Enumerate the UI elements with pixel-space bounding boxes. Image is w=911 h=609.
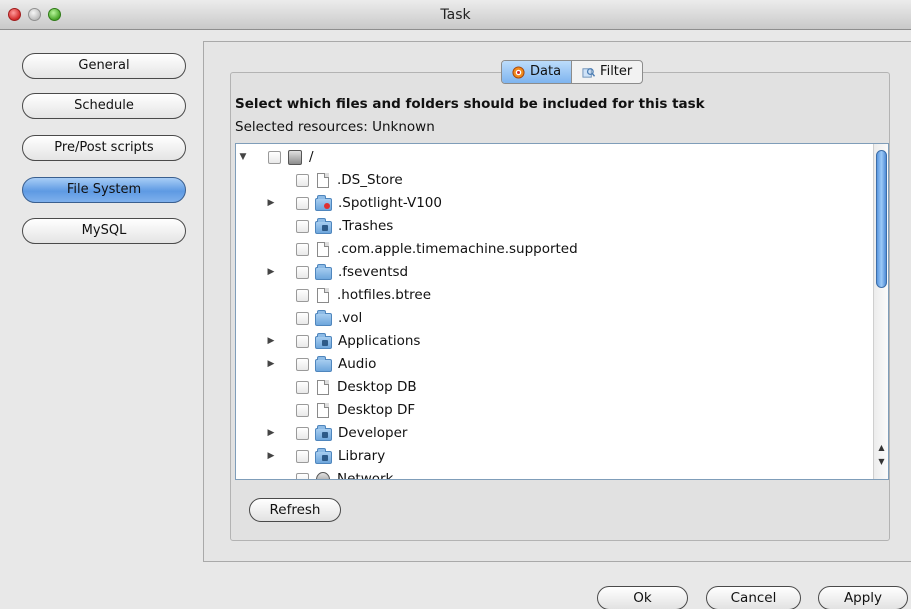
tree-row[interactable]: ▼ / (238, 146, 314, 168)
tree-item-label: Desktop DB (337, 379, 417, 395)
tab-bar: Data Filter (501, 60, 644, 84)
tab-filter[interactable]: Filter (572, 61, 642, 83)
collapsed-triangle-icon[interactable]: ▶ (266, 428, 276, 438)
tree-checkbox[interactable] (296, 311, 309, 325)
tree-item-label: .DS_Store (337, 172, 403, 188)
nav-file-system-button[interactable]: File System (22, 177, 186, 203)
folder-icon (315, 355, 332, 372)
tree-item-label: Desktop DF (337, 402, 416, 418)
tree-checkbox[interactable] (296, 334, 309, 348)
collapsed-triangle-icon[interactable]: ▶ (266, 451, 276, 461)
tab-filter-label: Filter (600, 64, 633, 79)
tree-item-label: Network (337, 471, 394, 480)
tree-row[interactable]: Desktop DB (266, 376, 417, 398)
data-icon (512, 65, 525, 79)
window-content: General Schedule Pre/Post scripts File S… (0, 31, 911, 609)
scroll-down-arrow-icon[interactable]: ▼ (876, 456, 887, 468)
window-title: Task (440, 7, 471, 23)
tree-row[interactable]: ▶ Audio (266, 353, 376, 375)
folder-icon (315, 309, 332, 326)
drive-icon (288, 149, 302, 165)
tree-scrollbar[interactable]: ▲ ▼ (873, 144, 888, 479)
collapsed-triangle-icon[interactable]: ▶ (266, 267, 276, 277)
document-icon (317, 287, 329, 303)
tree-checkbox[interactable] (296, 173, 309, 187)
tree-checkbox[interactable] (268, 150, 281, 164)
tree-row[interactable]: .Trashes (266, 215, 393, 237)
collapsed-triangle-icon[interactable]: ▶ (266, 336, 276, 346)
document-icon (317, 402, 329, 418)
tree-item-label: / (309, 149, 314, 165)
tree-row[interactable]: ▶ .fseventsd (266, 261, 408, 283)
tree-row[interactable]: ▶ Developer (266, 422, 407, 444)
nav-pre-post-scripts-button[interactable]: Pre/Post scripts (22, 135, 186, 161)
selected-resources-label: Selected resources: Unknown (235, 119, 435, 135)
tree-checkbox[interactable] (296, 472, 309, 479)
filter-icon (582, 67, 596, 78)
trash-folder-icon (315, 217, 332, 234)
document-icon (317, 379, 329, 395)
scroll-up-arrow-icon[interactable]: ▲ (876, 442, 887, 454)
expanded-triangle-icon[interactable]: ▼ (238, 152, 248, 162)
tree-row[interactable]: Desktop DF (266, 399, 415, 421)
library-folder-icon (315, 447, 332, 464)
document-icon (317, 241, 329, 257)
cancel-button[interactable]: Cancel (706, 586, 801, 609)
nav-mysql-button[interactable]: MySQL (22, 218, 186, 244)
tree-checkbox[interactable] (296, 380, 309, 394)
tree-checkbox[interactable] (296, 196, 309, 210)
tree-item-label: Developer (338, 425, 408, 441)
data-group-box: Data Filter Select which files and folde… (230, 60, 890, 541)
document-icon (317, 172, 329, 188)
tree-item-label: .fseventsd (338, 264, 409, 280)
network-icon (316, 471, 330, 479)
tree-checkbox[interactable] (296, 288, 309, 302)
apply-button[interactable]: Apply (818, 586, 908, 609)
tree-item-label: .com.apple.timemachine.supported (337, 241, 578, 257)
tree-item-label: .Spotlight-V100 (338, 195, 442, 211)
tree-row[interactable]: .vol (266, 307, 362, 329)
tree-checkbox[interactable] (296, 403, 309, 417)
tree-item-label: Library (338, 448, 386, 464)
developer-folder-icon (315, 424, 332, 441)
tree-checkbox[interactable] (296, 265, 309, 279)
file-tree[interactable]: ▼ / .DS_Store ▶ .Spotlight-V100 .Trashes… (235, 143, 889, 480)
tree-item-label: Applications (338, 333, 421, 349)
tab-data[interactable]: Data (502, 61, 573, 83)
collapsed-triangle-icon[interactable]: ▶ (266, 198, 276, 208)
tree-row[interactable]: .DS_Store (266, 169, 403, 191)
tree-checkbox[interactable] (296, 449, 309, 463)
spotlight-folder-icon (315, 194, 332, 211)
tree-row[interactable]: Network (266, 468, 394, 480)
tree-item-label: .vol (338, 310, 363, 326)
tree-row[interactable]: ▶ .Spotlight-V100 (266, 192, 442, 214)
tree-checkbox[interactable] (296, 242, 309, 256)
tree-row[interactable]: .com.apple.timemachine.supported (266, 238, 578, 260)
scrollbar-thumb[interactable] (876, 150, 887, 288)
tree-row[interactable]: ▶ Library (266, 445, 385, 467)
tab-data-label: Data (530, 64, 562, 79)
tree-row[interactable]: ▶ Applications (266, 330, 420, 352)
nav-general-button[interactable]: General (22, 53, 186, 79)
tree-checkbox[interactable] (296, 357, 309, 371)
nav-schedule-button[interactable]: Schedule (22, 93, 186, 119)
tree-row[interactable]: .hotfiles.btree (266, 284, 431, 306)
title-bar: Task (0, 0, 911, 30)
tree-checkbox[interactable] (296, 426, 309, 440)
ok-button[interactable]: Ok (597, 586, 688, 609)
tree-item-label: .Trashes (338, 218, 394, 234)
file-system-panel: Data Filter Select which files and folde… (203, 41, 911, 562)
selection-heading: Select which files and folders should be… (235, 96, 705, 112)
tree-item-label: .hotfiles.btree (337, 287, 432, 303)
applications-folder-icon (315, 332, 332, 349)
collapsed-triangle-icon[interactable]: ▶ (266, 359, 276, 369)
refresh-button[interactable]: Refresh (249, 498, 341, 522)
tree-checkbox[interactable] (296, 219, 309, 233)
folder-icon (315, 263, 332, 280)
tree-item-label: Audio (338, 356, 377, 372)
